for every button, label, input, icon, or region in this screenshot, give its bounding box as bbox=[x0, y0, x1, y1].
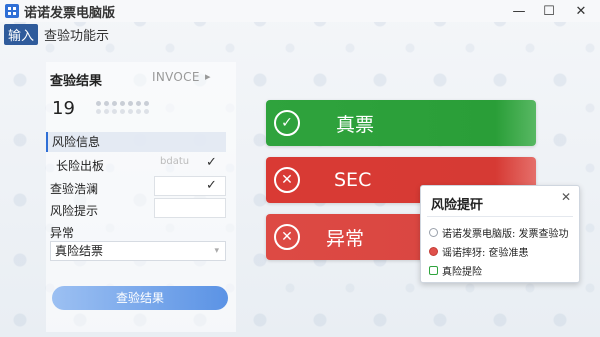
masked-number-row2 bbox=[96, 109, 149, 114]
maximize-icon: ☐ bbox=[543, 3, 555, 19]
status-abnormal-label: 异常 bbox=[326, 227, 365, 250]
popup-item: 真险提险 bbox=[429, 263, 482, 278]
result-number: 19 bbox=[52, 98, 75, 119]
status-genuine-label: 真票 bbox=[336, 113, 375, 136]
status-sec-label: SEC bbox=[334, 169, 372, 191]
input-tab[interactable]: 输入 bbox=[4, 23, 39, 45]
divider bbox=[427, 216, 573, 217]
check-icon: ✓ bbox=[206, 178, 217, 193]
status-genuine[interactable]: ✓ 真票 bbox=[266, 100, 536, 146]
toolbar: 输入 查验功能示 bbox=[4, 23, 109, 45]
popup-item: 诺诺发票电脑版: 发票查验功 bbox=[429, 225, 569, 240]
invoice-tab[interactable]: INVOCE bbox=[152, 70, 200, 84]
warning-dot-icon bbox=[429, 247, 438, 256]
maximize-button[interactable]: ☐ bbox=[534, 0, 564, 22]
minimize-button[interactable]: — bbox=[504, 0, 534, 22]
sidebar-item-risk-info[interactable]: 风险信息 bbox=[46, 132, 226, 152]
verify-function-label[interactable]: 查验功能示 bbox=[44, 25, 109, 44]
x-circle-icon: ✕ bbox=[274, 224, 300, 250]
popup-item: 谣诺摔犽: 奁验准患 bbox=[429, 244, 529, 259]
query-result-button[interactable]: 查验结果 bbox=[52, 286, 228, 310]
x-circle-icon: ✕ bbox=[274, 167, 300, 193]
result-select[interactable]: 真险结票 ▾ bbox=[50, 241, 226, 261]
row-field-3[interactable] bbox=[154, 198, 226, 218]
row-label-2: 查验浩澜 bbox=[50, 182, 99, 196]
success-dot-icon bbox=[429, 266, 438, 275]
minimize-icon: — bbox=[512, 3, 526, 19]
check-icon: ✓ bbox=[206, 155, 217, 170]
check-circle-icon: ✓ bbox=[274, 110, 300, 136]
popup-close-icon[interactable]: ✕ bbox=[561, 190, 571, 204]
row-label-1: 长险出板 bbox=[56, 159, 105, 173]
popup-title: 风险提矸 bbox=[431, 198, 484, 213]
row-label-3: 风险提示 bbox=[50, 204, 99, 218]
abnormal-label: 异常 bbox=[50, 226, 75, 240]
verify-result-header: 查验结果 bbox=[50, 74, 103, 89]
info-dot-icon bbox=[429, 228, 438, 237]
chevron-down-icon: ▾ bbox=[214, 246, 219, 256]
close-icon: ✕ bbox=[575, 3, 587, 19]
risk-popup: 风险提矸 ✕ 诺诺发票电脑版: 发票查验功 谣诺摔犽: 奁验准患 真险提险 bbox=[420, 185, 580, 283]
masked-number bbox=[96, 101, 149, 106]
chevron-right-icon[interactable]: ▸ bbox=[205, 70, 211, 83]
close-button[interactable]: ✕ bbox=[566, 0, 596, 22]
app-title: 诺诺发票电脑版 bbox=[24, 5, 116, 21]
app-logo-icon bbox=[5, 4, 19, 18]
result-select-value: 真险结票 bbox=[55, 244, 104, 258]
